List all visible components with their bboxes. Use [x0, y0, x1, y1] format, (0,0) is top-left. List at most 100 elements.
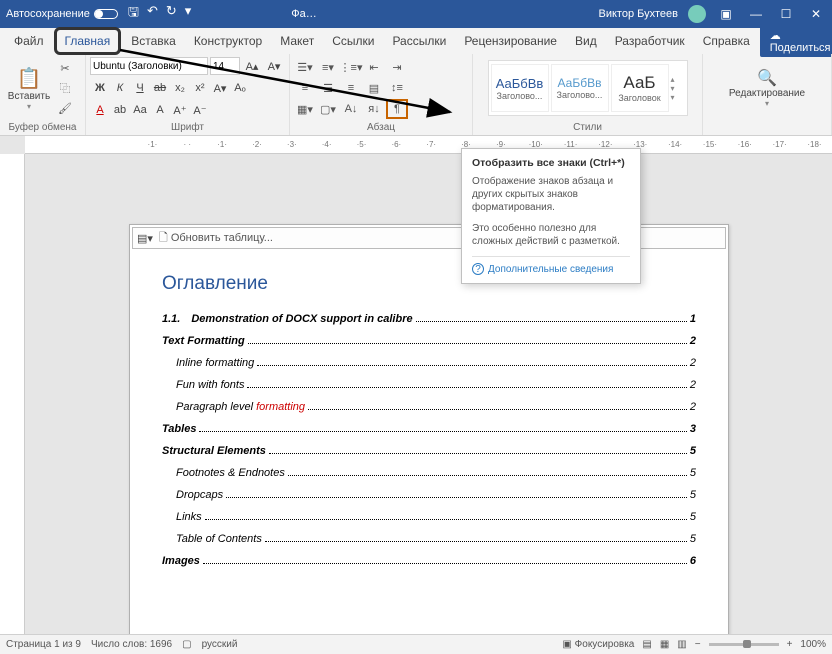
view-read-icon[interactable]: ▦ — [660, 639, 669, 650]
tab-design[interactable]: Конструктор — [186, 30, 270, 52]
cut-icon[interactable]: ✂ — [56, 59, 74, 77]
ribbon-display-icon[interactable]: ▣ — [716, 7, 736, 21]
inc-indent-icon[interactable]: ⇥ — [386, 57, 408, 77]
copy-icon[interactable]: ⿻ — [56, 79, 74, 97]
undo-icon[interactable]: ↶ — [147, 3, 158, 25]
dec-indent-icon[interactable]: ⇤ — [363, 57, 385, 77]
toc-entry[interactable]: Table of Contents5 — [176, 533, 696, 545]
sort2-icon[interactable]: я↓ — [363, 99, 385, 119]
vertical-ruler[interactable] — [0, 154, 25, 634]
subscript-button[interactable]: x₂ — [170, 78, 190, 98]
close-icon[interactable]: ✕ — [806, 7, 826, 21]
toc-entry[interactable]: Paragraph level formatting2 — [176, 401, 696, 413]
view-print-icon[interactable]: ▤ — [642, 639, 651, 650]
font-color-icon[interactable]: A — [90, 100, 110, 120]
borders-icon[interactable]: ▢▾ — [317, 99, 339, 119]
shading-icon[interactable]: ▦▾ — [294, 99, 316, 119]
toc-entry[interactable]: Structural Elements5 — [162, 445, 696, 457]
style-heading1[interactable]: АаБбВв Заголово... — [491, 64, 549, 112]
toc-entry[interactable]: 1.1. Demonstration of DOCX support in ca… — [162, 313, 696, 325]
tab-home[interactable]: Главная — [54, 27, 122, 55]
language-indicator[interactable]: русский — [202, 639, 238, 650]
editing-button[interactable]: 🔍 Редактирование ▾ — [725, 68, 809, 108]
tab-mailings[interactable]: Рассылки — [384, 30, 454, 52]
redo-icon[interactable]: ↻ — [166, 3, 177, 25]
sub-btn-icon[interactable]: A⁻ — [190, 100, 210, 120]
show-formatting-button[interactable]: ¶ — [386, 99, 408, 119]
toc-entry[interactable]: Links5 — [176, 511, 696, 523]
highlight-icon[interactable]: ab — [110, 100, 130, 120]
text-effects-icon[interactable]: A▾ — [210, 78, 230, 98]
qat-dropdown-icon[interactable]: ▾ — [185, 3, 192, 25]
clear-format-icon[interactable]: Aₒ — [230, 78, 250, 98]
line-spacing-icon[interactable]: ↕≡ — [386, 78, 408, 98]
bold-button[interactable]: Ж — [90, 78, 110, 98]
tab-developer[interactable]: Разработчик — [607, 30, 693, 52]
share-button[interactable]: ☁ Поделиться — [760, 26, 832, 57]
tooltip-more-link[interactable]: ?Дополнительные сведения — [472, 263, 630, 275]
toc-update-button[interactable]: 🗋 Обновить таблицу... — [159, 229, 273, 248]
style-heading2[interactable]: АаБбВв Заголово... — [551, 64, 609, 112]
shrink-font-icon[interactable]: A▾ — [264, 56, 284, 76]
tab-review[interactable]: Рецензирование — [456, 30, 565, 52]
style-title[interactable]: АаБ Заголовок — [611, 64, 669, 112]
document-page[interactable]: ▤▾ 🗋 Обновить таблицу... Оглавление 1.1.… — [129, 224, 729, 634]
horizontal-ruler[interactable]: ·1·· ··1··2··3··4··5··6··7··8··9··10··11… — [25, 136, 832, 154]
toc-entry[interactable]: Inline formatting2 — [176, 357, 696, 369]
tab-insert[interactable]: Вставка — [123, 30, 184, 52]
italic-button[interactable]: К — [110, 78, 130, 98]
toc-entry[interactable]: Tables3 — [162, 423, 696, 435]
zoom-slider[interactable] — [709, 643, 779, 646]
style-preview: АаБбВв — [558, 76, 602, 90]
styles-gallery[interactable]: АаБбВв Заголово... АаБбВв Заголово... Аа… — [488, 60, 688, 116]
maximize-icon[interactable]: ☐ — [776, 7, 796, 21]
sup-btn-icon[interactable]: A⁺ — [170, 100, 190, 120]
multilevel-icon[interactable]: ⋮≡▾ — [340, 57, 362, 77]
zoom-out-icon[interactable]: − — [695, 639, 701, 650]
tooltip-text-2: Это особенно полезно для сложных действи… — [472, 222, 630, 248]
user-avatar-icon[interactable] — [688, 5, 706, 23]
tab-help[interactable]: Справка — [695, 30, 758, 52]
zoom-level[interactable]: 100% — [800, 639, 826, 650]
toc-entry[interactable]: Text Formatting2 — [162, 335, 696, 347]
view-web-icon[interactable]: ▥ — [677, 639, 686, 650]
align-left-icon[interactable]: ≡ — [294, 78, 316, 98]
sort-icon[interactable]: A↓ — [340, 99, 362, 119]
align-right-icon[interactable]: ≡ — [340, 78, 362, 98]
superscript-button[interactable]: x² — [190, 78, 210, 98]
toc-entry[interactable]: Images6 — [162, 555, 696, 567]
tooltip-text-1: Отображение знаков абзаца и других скрыт… — [472, 175, 630, 214]
format-painter-icon[interactable]: 🖌 — [56, 99, 74, 117]
grow-font-icon[interactable]: A▴ — [242, 56, 262, 76]
toc-entry[interactable]: Footnotes & Endnotes5 — [176, 467, 696, 479]
numbering-icon[interactable]: ≡▾ — [317, 57, 339, 77]
char-border-icon[interactable]: A — [150, 100, 170, 120]
page-indicator[interactable]: Страница 1 из 9 — [6, 639, 81, 650]
font-name-select[interactable]: Ubuntu (Заголовки) — [90, 57, 208, 75]
underline-button[interactable]: Ч — [130, 78, 150, 98]
styles-more-icon[interactable]: ▴▾▾ — [671, 75, 685, 102]
focus-mode-button[interactable]: ▣ Фокусировка — [562, 639, 634, 650]
user-name[interactable]: Виктор Бухтеев — [599, 8, 678, 20]
tab-file[interactable]: Файл — [6, 30, 52, 52]
tab-layout[interactable]: Макет — [272, 30, 322, 52]
proofing-icon[interactable]: ▢ — [182, 639, 191, 650]
strikethrough-button[interactable]: ab — [150, 78, 170, 98]
paste-button[interactable]: 📋 Вставить ▾ — [4, 56, 54, 120]
zoom-in-icon[interactable]: + — [787, 639, 793, 650]
document-title[interactable]: Фа… — [291, 8, 316, 20]
toc-entry[interactable]: Fun with fonts2 — [176, 379, 696, 391]
autosave-toggle[interactable]: Автосохранение — [6, 8, 118, 20]
save-icon[interactable]: 🖫 — [128, 3, 139, 25]
autosave-switch-icon[interactable] — [94, 9, 118, 19]
tab-references[interactable]: Ссылки — [324, 30, 382, 52]
justify-icon[interactable]: ▤ — [363, 78, 385, 98]
tab-view[interactable]: Вид — [567, 30, 605, 52]
toc-entry[interactable]: Dropcaps5 — [176, 489, 696, 501]
change-case-icon[interactable]: Aa — [130, 100, 150, 120]
bullets-icon[interactable]: ☰▾ — [294, 57, 316, 77]
font-size-select[interactable]: 14 — [210, 57, 240, 75]
minimize-icon[interactable]: — — [746, 7, 766, 21]
word-count[interactable]: Число слов: 1696 — [91, 639, 172, 650]
align-center-icon[interactable]: ☰ — [317, 78, 339, 98]
